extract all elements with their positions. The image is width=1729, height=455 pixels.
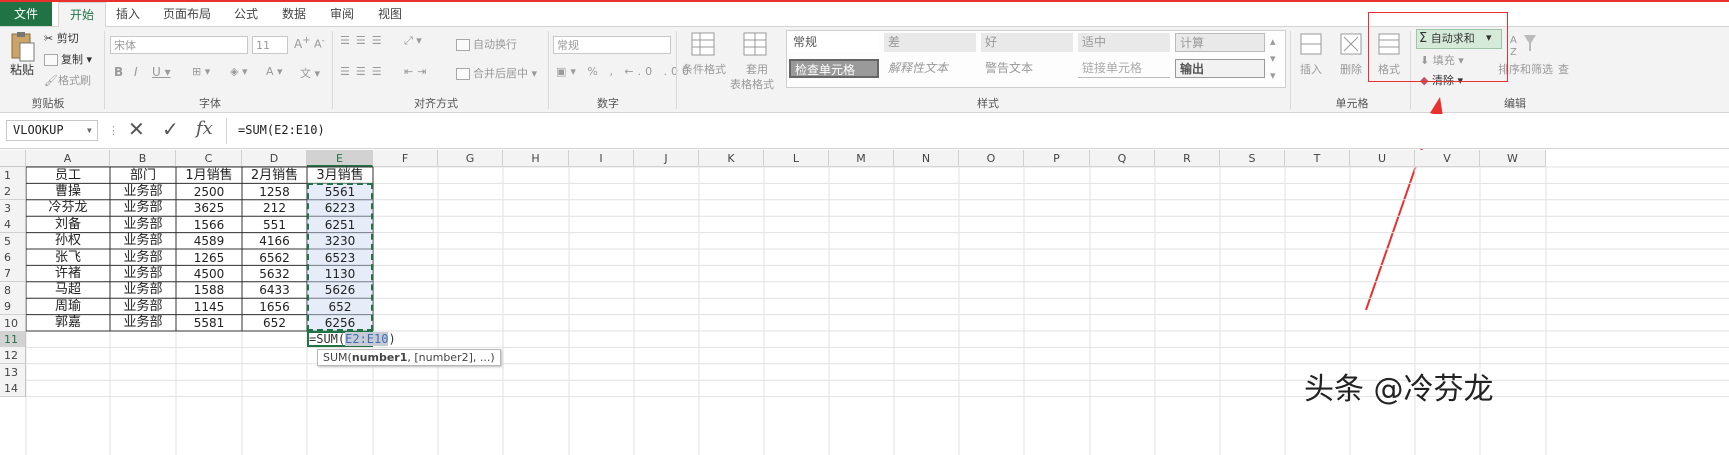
cell-e2[interactable]: 5561 <box>307 184 373 200</box>
cell-e8[interactable]: 5626 <box>307 282 373 298</box>
cell-e9[interactable]: 652 <box>307 299 373 315</box>
cell-e7[interactable]: 1130 <box>307 266 373 282</box>
cell-d2[interactable]: 1258 <box>242 184 307 200</box>
row-header-8[interactable]: 8 <box>0 281 26 299</box>
row-header-14[interactable]: 14 <box>0 380 26 398</box>
formula-range-ref: E2:E10 <box>345 332 389 346</box>
header-cell-a[interactable]: 员工 <box>26 168 110 184</box>
row-header-6[interactable]: 6 <box>0 249 26 266</box>
row-header-13[interactable]: 13 <box>0 363 26 381</box>
cell-d7[interactable]: 5632 <box>242 266 307 282</box>
tooltip-args-rest: , [number2], ...) <box>407 351 495 365</box>
cell-d6[interactable]: 6562 <box>242 250 307 266</box>
header-cell-c[interactable]: 1月销售 <box>176 168 242 184</box>
cell-c3[interactable]: 3625 <box>176 200 242 216</box>
cell-c4[interactable]: 1566 <box>176 217 242 233</box>
cell-e4[interactable]: 6251 <box>307 217 373 233</box>
cell-d4[interactable]: 551 <box>242 217 307 233</box>
cell-b4[interactable]: 业务部 <box>110 217 176 233</box>
cell-d9[interactable]: 1656 <box>242 299 307 315</box>
cell-d10[interactable]: 652 <box>242 315 307 331</box>
cell-b7[interactable]: 业务部 <box>110 266 176 282</box>
row-header-9[interactable]: 9 <box>0 298 26 316</box>
cell-b6[interactable]: 业务部 <box>110 250 176 266</box>
cell-b2[interactable]: 业务部 <box>110 184 176 200</box>
row-header-12[interactable]: 12 <box>0 347 26 365</box>
cell-c7[interactable]: 4500 <box>176 266 242 282</box>
cell-edit-text[interactable]: =SUM(E2:E10) <box>309 332 396 346</box>
header-cell-e[interactable]: 3月销售 <box>307 168 373 184</box>
cell-e3[interactable]: 6223 <box>307 200 373 216</box>
cell-c9[interactable]: 1145 <box>176 299 242 315</box>
row-header-3[interactable]: 3 <box>0 199 26 217</box>
row-header-4[interactable]: 4 <box>0 216 26 234</box>
row-header-1[interactable]: 1 <box>0 167 26 184</box>
formula-suffix: ) <box>388 332 396 346</box>
watermark: 头条 @冷芬龙 <box>1304 372 1494 407</box>
tooltip-function[interactable]: SUM( <box>323 351 352 364</box>
cell-b5[interactable]: 业务部 <box>110 233 176 249</box>
cell-c8[interactable]: 1588 <box>176 282 242 298</box>
cell-b10[interactable]: 业务部 <box>110 315 176 331</box>
cell-a6[interactable]: 张飞 <box>26 250 110 266</box>
cell-b3[interactable]: 业务部 <box>110 200 176 216</box>
row-header-5[interactable]: 5 <box>0 232 26 250</box>
cell-a9[interactable]: 周瑜 <box>26 299 110 315</box>
cell-a7[interactable]: 许褚 <box>26 266 110 282</box>
cell-c2[interactable]: 2500 <box>176 184 242 200</box>
cell-a2[interactable]: 曹操 <box>26 184 110 200</box>
cell-d5[interactable]: 4166 <box>242 233 307 249</box>
cell-a4[interactable]: 刘备 <box>26 217 110 233</box>
cell-c10[interactable]: 5581 <box>176 315 242 331</box>
cell-e10[interactable]: 6256 <box>307 315 373 331</box>
cell-a8[interactable]: 马超 <box>26 282 110 298</box>
formula-prefix: =SUM( <box>309 332 346 346</box>
row-header-10[interactable]: 10 <box>0 314 26 332</box>
cell-b8[interactable]: 业务部 <box>110 282 176 298</box>
cell-a3[interactable]: 冷芬龙 <box>26 200 110 216</box>
cell-d3[interactable]: 212 <box>242 200 307 216</box>
cell-c6[interactable]: 1265 <box>176 250 242 266</box>
header-cell-b[interactable]: 部门 <box>110 168 176 184</box>
cell-c5[interactable]: 4589 <box>176 233 242 249</box>
cell-b9[interactable]: 业务部 <box>110 299 176 315</box>
row-header-7[interactable]: 7 <box>0 265 26 283</box>
cell-a10[interactable]: 郭嘉 <box>26 315 110 331</box>
cell-a5[interactable]: 孙权 <box>26 233 110 249</box>
cell-e5[interactable]: 3230 <box>307 233 373 249</box>
row-header-2[interactable]: 2 <box>0 183 26 201</box>
tooltip-arg-number1[interactable]: number1 <box>352 351 408 364</box>
function-tooltip: SUM(number1, [number2], ...) <box>317 349 501 367</box>
cell-d8[interactable]: 6433 <box>242 282 307 298</box>
row-header-11[interactable]: 11 <box>0 331 26 348</box>
header-cell-d[interactable]: 2月销售 <box>242 168 307 184</box>
cell-e6[interactable]: 6523 <box>307 250 373 266</box>
